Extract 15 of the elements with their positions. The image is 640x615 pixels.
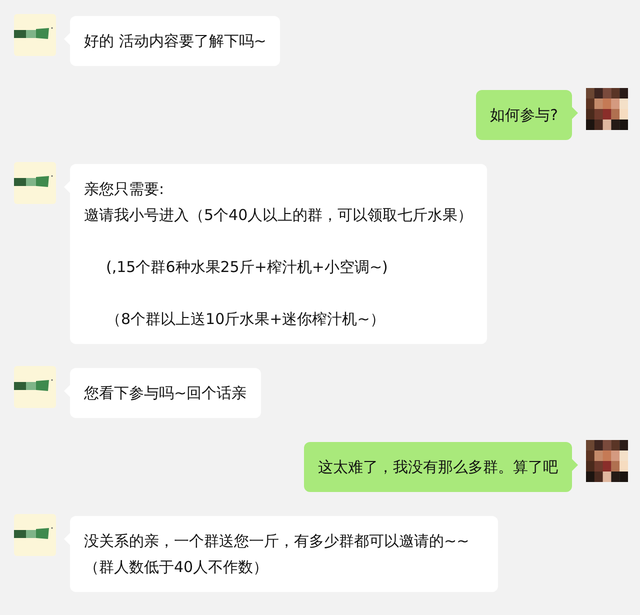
pixelated-avatar bbox=[586, 440, 628, 482]
shop-logo-icon bbox=[14, 162, 56, 204]
message-text: (,15个群6种水果25斤+榨汁机+小空调~) bbox=[105, 257, 389, 278]
shop-logo-icon bbox=[14, 514, 56, 556]
message-text: 好的 活动内容要了解下吗~ bbox=[84, 31, 266, 52]
message-text: 邀请我小号进入（5个40人以上的群，可以领取七斤水果） bbox=[84, 205, 473, 226]
message-text: 没关系的亲，一个群送您一斤，有多少群都可以邀请的~~（群人数低于40人不作数） bbox=[84, 531, 470, 578]
message-text: 这太难了，我没有那么多群。算了吧 bbox=[318, 457, 558, 478]
pixelated-avatar bbox=[586, 88, 628, 130]
message-text: （8个群以上送10斤水果+迷你榨汁机~） bbox=[105, 309, 386, 330]
message-text: 如何参与? bbox=[490, 105, 558, 126]
message-text: 您看下参与吗~回个话亲 bbox=[84, 383, 247, 404]
shop-logo-icon bbox=[14, 14, 56, 56]
shop-logo-icon bbox=[14, 366, 56, 408]
message-text: 亲您只需要: bbox=[84, 179, 166, 200]
